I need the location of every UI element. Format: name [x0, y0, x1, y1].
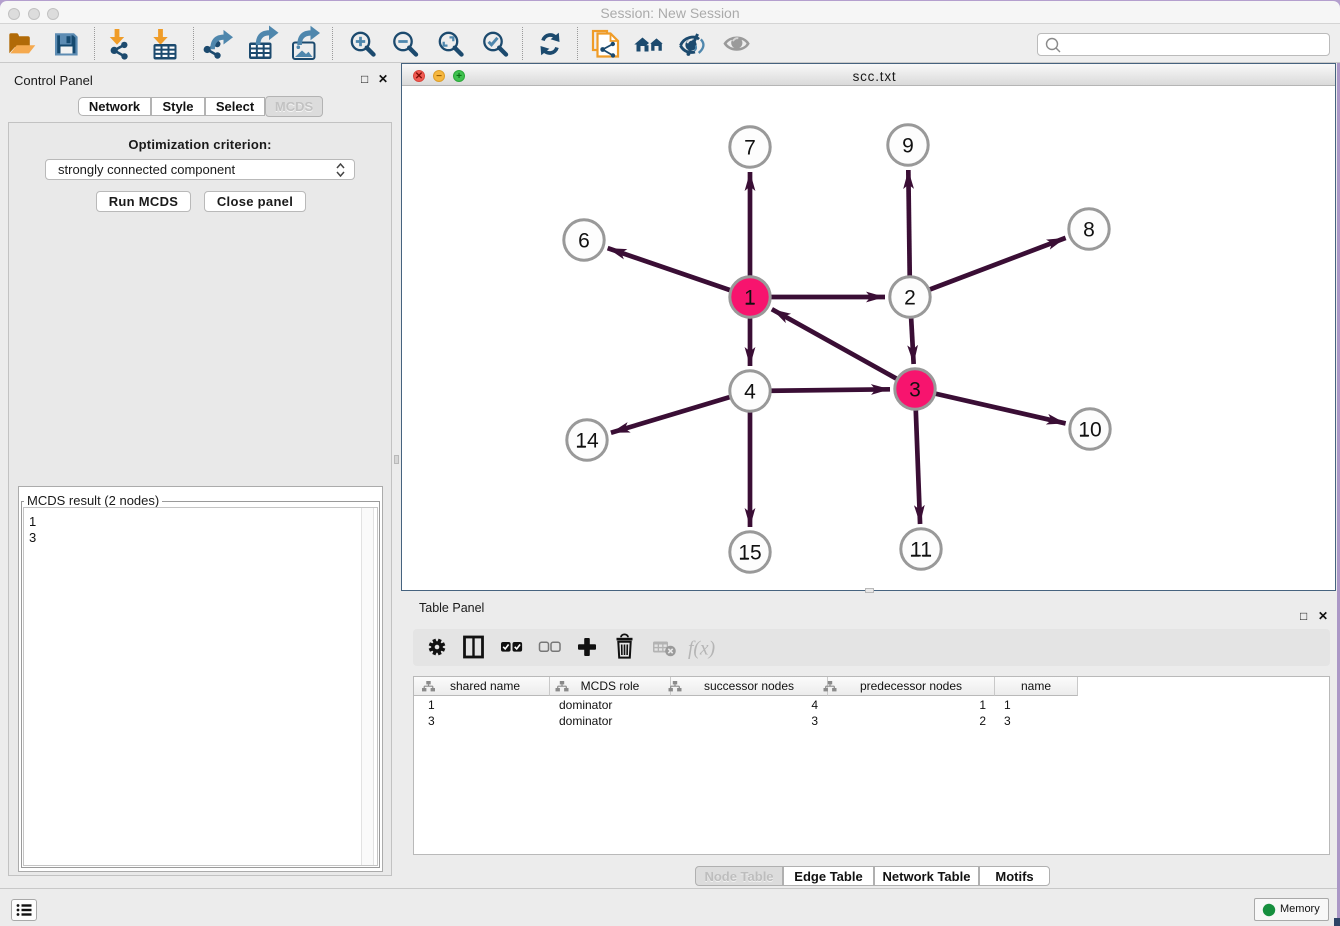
svg-text:1: 1 — [744, 287, 756, 310]
svg-text:8: 8 — [1083, 219, 1095, 242]
svg-text:3: 3 — [909, 379, 921, 402]
svg-text:2: 2 — [904, 287, 916, 310]
svg-text:6: 6 — [578, 230, 590, 253]
svg-text:14: 14 — [575, 430, 599, 453]
svg-text:10: 10 — [1078, 419, 1101, 442]
svg-text:f(x): f(x) — [688, 639, 715, 660]
svg-text:9: 9 — [902, 135, 914, 158]
svg-text:11: 11 — [910, 539, 932, 562]
svg-text:7: 7 — [744, 137, 756, 160]
svg-text:15: 15 — [738, 542, 761, 565]
svg-text:4: 4 — [744, 381, 756, 404]
